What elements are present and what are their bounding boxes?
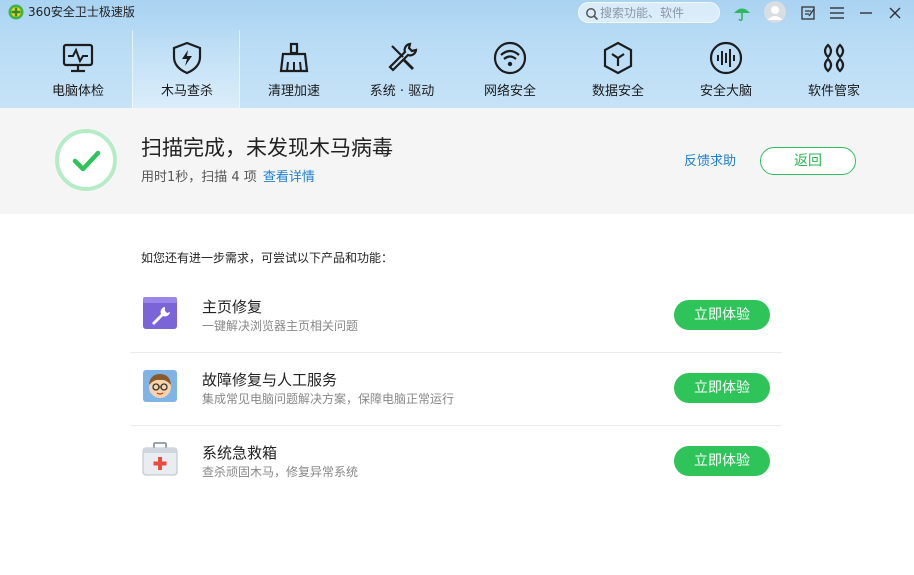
- feedback-edit-icon[interactable]: [798, 3, 818, 23]
- recommendations-intro: 如您还有进一步需求，可尝试以下产品和功能：: [141, 251, 394, 265]
- wifi-icon: [492, 40, 528, 76]
- nav-label: 清理加速: [267, 84, 320, 99]
- brain-wave-icon: [708, 40, 744, 76]
- scan-summary-text: 用时1秒，扫描 4 项: [141, 170, 257, 185]
- scan-result-panel: 扫描完成，未发现木马病毒 用时1秒，扫描 4 项查看详情 反馈求助 返回: [0, 108, 914, 214]
- nav-item-system-driver[interactable]: 系统 · 驱动: [348, 30, 456, 108]
- support-engineer-icon: [142, 369, 178, 403]
- recommendation-desc: 集成常见电脑问题解决方案，保障电脑正常运行: [202, 392, 455, 406]
- result-summary: 用时1秒，扫描 4 项查看详情: [141, 169, 315, 187]
- search-icon: [585, 6, 599, 21]
- try-now-button[interactable]: 立即体验: [674, 300, 770, 330]
- nav-item-checkup[interactable]: 电脑体检: [24, 30, 132, 108]
- cube-icon: [600, 40, 636, 76]
- recommendation-title: 主页修复: [202, 298, 263, 316]
- app-title: 360安全卫士极速版: [28, 5, 135, 19]
- avatar-icon[interactable]: [764, 1, 786, 23]
- search-placeholder[interactable]: 搜索功能、软件: [600, 5, 684, 21]
- skin-umbrella-icon[interactable]: [732, 3, 752, 23]
- recommendation-item-homepage-repair: 主页修复 一键解决浏览器主页相关问题 立即体验: [130, 280, 782, 353]
- nav-label: 安全大脑: [699, 84, 752, 99]
- search-box[interactable]: 搜索功能、软件: [578, 2, 720, 23]
- nav-label: 网络安全: [483, 84, 536, 99]
- wrench-screwdriver-icon: [384, 40, 420, 76]
- recommendation-item-fault-repair: 故障修复与人工服务 集成常见电脑问题解决方案，保障电脑正常运行 立即体验: [130, 353, 782, 426]
- nav-item-cleanup[interactable]: 清理加速: [240, 30, 348, 108]
- result-title: 扫描完成，未发现木马病毒: [141, 136, 393, 160]
- nav-item-data-security[interactable]: 数据安全: [564, 30, 672, 108]
- recommendation-item-rescue-kit: 系统急救箱 查杀顽固木马，修复异常系统 立即体验: [130, 426, 782, 499]
- close-icon[interactable]: [885, 3, 905, 23]
- nav-label: 电脑体检: [51, 84, 104, 99]
- software-grid-icon: [816, 40, 852, 76]
- try-now-button[interactable]: 立即体验: [674, 446, 770, 476]
- app-window: 360安全卫士极速版 搜索功能、软件 电脑体检 木马查杀 清理加速 系统 · 驱…: [0, 0, 914, 575]
- nav-label: 数据安全: [591, 84, 644, 99]
- recommendation-title: 故障修复与人工服务: [202, 371, 338, 389]
- main-nav: 电脑体检 木马查杀 清理加速 系统 · 驱动 网络安全 数据安全 安全大脑 软件…: [0, 30, 914, 108]
- first-aid-kit-icon: [142, 442, 178, 476]
- minimize-icon[interactable]: [856, 3, 876, 23]
- nav-label: 系统 · 驱动: [369, 84, 435, 99]
- shield-bolt-icon: [169, 40, 205, 76]
- nav-item-security-brain[interactable]: 安全大脑: [672, 30, 780, 108]
- menu-icon[interactable]: [827, 3, 847, 23]
- title-bar: 360安全卫士极速版 搜索功能、软件: [0, 0, 914, 26]
- header: 360安全卫士极速版 搜索功能、软件 电脑体检 木马查杀 清理加速 系统 · 驱…: [0, 0, 914, 108]
- monitor-pulse-icon: [60, 40, 96, 76]
- nav-item-software-manager[interactable]: 软件管家: [780, 30, 888, 108]
- view-details-link[interactable]: 查看详情: [263, 170, 315, 185]
- check-circle-icon: [55, 129, 117, 191]
- recommendation-desc: 查杀顽固木马，修复异常系统: [202, 465, 359, 479]
- homepage-repair-wrench-icon: [142, 296, 178, 330]
- nav-label: 木马查杀: [160, 84, 213, 99]
- back-button[interactable]: 返回: [760, 147, 856, 175]
- app-logo-icon: [8, 4, 24, 20]
- nav-item-trojan-scan[interactable]: 木马查杀: [132, 30, 240, 108]
- broom-icon: [276, 40, 312, 76]
- recommendation-desc: 一键解决浏览器主页相关问题: [202, 319, 359, 333]
- feedback-help-link[interactable]: 反馈求助: [684, 153, 736, 171]
- nav-label: 软件管家: [807, 84, 860, 99]
- try-now-button[interactable]: 立即体验: [674, 373, 770, 403]
- nav-item-network-security[interactable]: 网络安全: [456, 30, 564, 108]
- recommendation-title: 系统急救箱: [202, 444, 278, 462]
